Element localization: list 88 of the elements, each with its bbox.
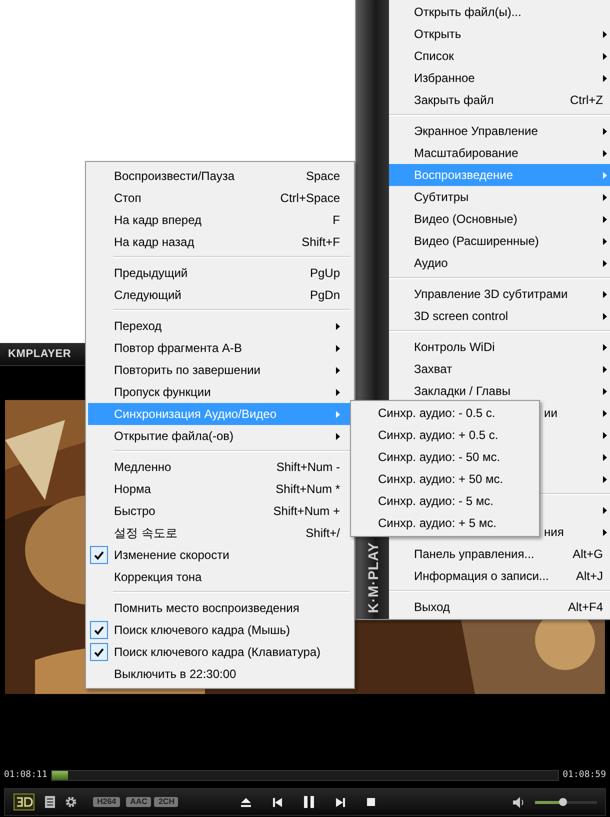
shortcut-text: Ctrl+Space	[280, 191, 340, 205]
menu-item[interactable]: Масштабирование	[389, 142, 610, 164]
menu-item[interactable]: Экранное Управление	[389, 120, 610, 142]
menu-item[interactable]: Панель управления... Alt+G	[389, 543, 610, 565]
menu-item[interactable]: Поиск ключевого кадра (Клавиатура)	[88, 641, 352, 663]
seek-bar[interactable]	[51, 770, 559, 780]
menu-item[interactable]: ии	[542, 402, 610, 424]
menu-item[interactable]: Синхр. аудио: + 0.5 с.	[353, 424, 537, 446]
previous-icon[interactable]	[273, 798, 282, 806]
menu-item[interactable]: Следующий PgDn	[88, 284, 352, 306]
format-badge: AAC	[126, 797, 152, 807]
menu-item[interactable]: Субтитры	[389, 186, 610, 208]
menu-item[interactable]: Медленно Shift+Num -	[88, 456, 352, 478]
menu-item[interactable]: Воспроизвести/Пауза Space	[88, 165, 352, 187]
shortcut-text: Space	[306, 169, 340, 183]
menu-item[interactable]: 설정 속도로 Shift+/	[88, 522, 352, 544]
menu-item[interactable]: Синхр. аудио: - 0.5 с.	[353, 402, 537, 424]
menu-item[interactable]: Синхр. аудио: + 5 мс.	[353, 512, 537, 534]
pause-icon[interactable]	[304, 796, 314, 808]
menu-item[interactable]: 3D screen control	[389, 305, 610, 327]
menu-item[interactable]: Видео (Основные)	[389, 208, 610, 230]
eject-icon[interactable]	[241, 798, 251, 806]
menu-item[interactable]: Выключить в 22:30:00	[88, 663, 352, 685]
menu-item[interactable]: Норма Shift+Num *	[88, 478, 352, 500]
shortcut-text: F	[332, 213, 340, 227]
shortcut-text: Alt+J	[576, 569, 603, 583]
menu-item[interactable]: Закрыть файл Ctrl+Z	[389, 89, 610, 111]
next-icon[interactable]	[336, 798, 345, 806]
elapsed-time: 01:08:11	[4, 770, 48, 780]
menu-item[interactable]: Аудио	[389, 252, 610, 274]
shortcut-text: Shift+Num -	[276, 460, 340, 474]
menu-item[interactable]: Информация о записи... Alt+J	[389, 565, 610, 587]
menu-item[interactable]: Захват	[389, 358, 610, 380]
menu-item[interactable]: Предыдущий PgUp	[88, 262, 352, 284]
format-badge: 2CH	[154, 797, 178, 807]
menu-item[interactable]: Избранное	[389, 67, 610, 89]
settings-icon[interactable]	[65, 796, 77, 808]
menu-item[interactable]: ния	[542, 521, 610, 543]
menu-item[interactable]: Изменение скорости	[88, 544, 352, 566]
menu-item[interactable]: Повтор фрагмента A-B	[88, 337, 352, 359]
check-icon	[94, 648, 104, 656]
menu-item-text: ии	[544, 406, 558, 420]
check-icon	[94, 626, 104, 634]
total-time: 01:08:59	[562, 770, 606, 780]
menu-item[interactable]: Управление 3D субтитрами	[389, 283, 610, 305]
strip-logo-text: K·M·PLAY	[364, 542, 380, 613]
shortcut-text: Shift+Num +	[273, 504, 340, 518]
menu-item[interactable]: Открыть файл(ы)...	[389, 1, 610, 23]
shortcut-text: PgUp	[310, 266, 340, 280]
menu-item[interactable]: Стоп Ctrl+Space	[88, 187, 352, 209]
menu-item[interactable]: На кадр назад Shift+F	[88, 231, 352, 253]
shortcut-text: Alt+G	[572, 547, 603, 561]
menu-item[interactable]: Повторить по завершении	[88, 359, 352, 381]
menu-item[interactable]: Список	[389, 45, 610, 67]
volume-thumb[interactable]	[558, 798, 567, 806]
shortcut-text: Shift+F	[302, 235, 340, 249]
shortcut-text: Shift+/	[306, 526, 340, 540]
menu-item[interactable]: Переход	[88, 315, 352, 337]
menu-item[interactable]: Открытие файла(-ов)	[88, 425, 352, 447]
checkbox[interactable]	[90, 546, 108, 564]
menu-item[interactable]: Поиск ключевого кадра (Мышь)	[88, 619, 352, 641]
checkbox[interactable]	[90, 643, 108, 661]
checkbox[interactable]	[90, 621, 108, 639]
menu-item[interactable]: На кадр вперед F	[88, 209, 352, 231]
format-badge: H264	[93, 797, 120, 807]
menu-item[interactable]: Открыть	[389, 23, 610, 45]
check-icon	[94, 550, 104, 560]
playlist-icon[interactable]	[45, 796, 55, 808]
menu-item[interactable]: Контроль WiDi	[389, 336, 610, 358]
volume-slider[interactable]	[535, 800, 597, 804]
menu-item[interactable]: Закладки / Главы	[389, 380, 610, 402]
menu-item[interactable]: Видео (Расширенные)	[389, 230, 610, 252]
menu-item[interactable]: Пропуск функции	[88, 381, 352, 403]
menu-item[interactable]: Синхр. аудио: - 50 мс.	[353, 446, 537, 468]
shortcut-text: Shift+Num *	[276, 482, 340, 496]
shortcut-text: PgDn	[310, 288, 340, 302]
volume-icon[interactable]	[513, 796, 525, 808]
menu-item[interactable]: Выход Alt+F4	[389, 596, 610, 618]
menu-item[interactable]: Синхр. аудио: + 50 мс.	[353, 468, 537, 490]
menu-item[interactable]: Помнить место воспроизведения	[88, 597, 352, 619]
menu-item[interactable]: Синхр. аудио: - 5 мс.	[353, 490, 537, 512]
menu-item[interactable]: Коррекция тона	[88, 566, 352, 588]
app-logo: KMPLAYER	[8, 348, 72, 360]
3d-icon[interactable]	[13, 793, 35, 811]
menu-item-text: ния	[544, 525, 564, 539]
shortcut-text: Ctrl+Z	[570, 93, 603, 107]
shortcut-text: Alt+F4	[568, 600, 603, 614]
menu-item[interactable]: Быстро Shift+Num +	[88, 500, 352, 522]
